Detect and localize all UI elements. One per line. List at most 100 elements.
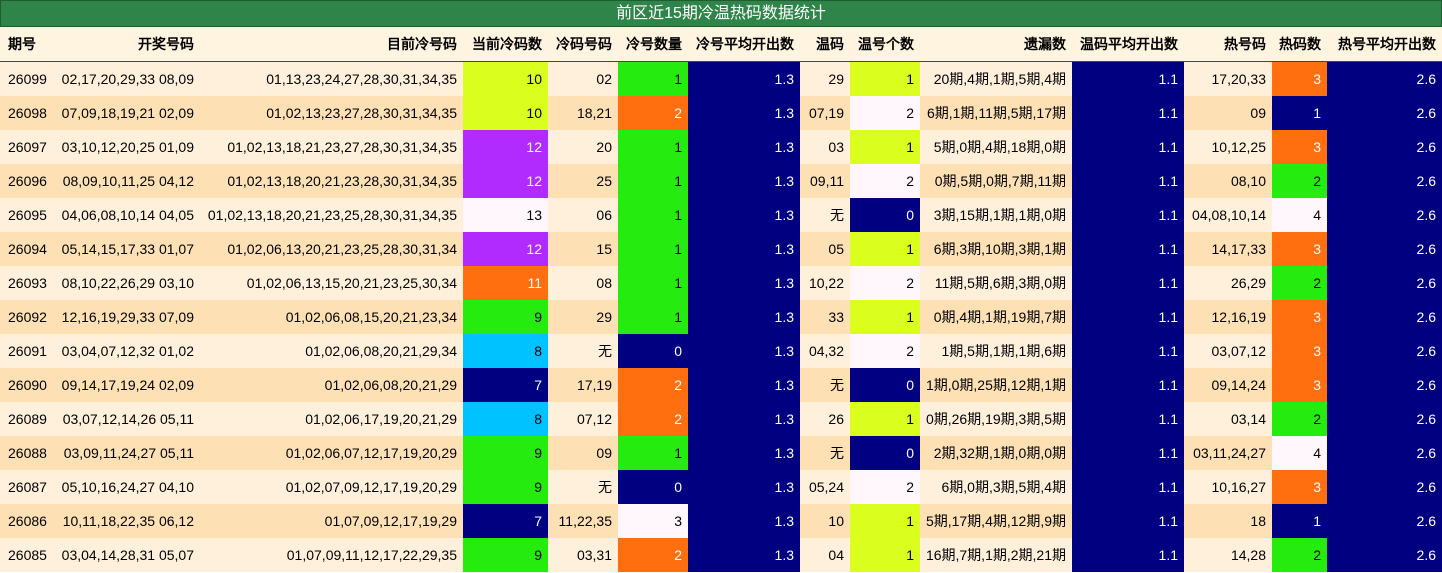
cell-warm-qty: 2	[850, 96, 920, 130]
cell-hot-avg: 2.6	[1327, 504, 1442, 538]
cell-hot-codes: 09	[1184, 96, 1272, 130]
cell-warm-avg: 1.1	[1072, 402, 1184, 436]
cell-cold-numbers: 01,02,13,18,20,21,23,25,28,30,31,34,35	[200, 198, 463, 232]
cell-draw: 03,04,07,12,32 01,02	[57, 334, 200, 368]
cell-warm-codes: 26	[800, 402, 850, 436]
cell-cold-avg: 1.3	[688, 198, 800, 232]
cell-cold-count: 12	[463, 232, 548, 266]
cell-hot-avg: 2.6	[1327, 96, 1442, 130]
cell-warm-qty: 1	[850, 402, 920, 436]
cell-cold-avg: 1.3	[688, 504, 800, 538]
table-row: 26086 10,11,18,22,35 06,12 01,07,09,12,17,…	[0, 504, 1442, 538]
cell-cold-codes: 03,31	[548, 538, 618, 572]
cell-hot-qty: 3	[1272, 334, 1327, 368]
cell-period: 26098	[0, 96, 57, 130]
header-omissions: 遗漏数	[920, 27, 1072, 62]
cell-warm-qty: 0	[850, 198, 920, 232]
header-draw: 开奖号码	[57, 27, 200, 62]
table-row: 26098 07,09,18,19,21 02,09 01,02,13,23,27,…	[0, 96, 1442, 130]
cell-cold-avg: 1.3	[688, 538, 800, 572]
cell-cold-numbers: 01,02,06,07,12,17,19,20,29	[200, 436, 463, 470]
cell-cold-qty: 1	[618, 61, 688, 96]
cell-omissions: 2期,32期,1期,0期,0期	[920, 436, 1072, 470]
cell-warm-codes: 29	[800, 61, 850, 96]
cell-omissions: 0期,5期,0期,7期,11期	[920, 164, 1072, 198]
cell-cold-qty: 1	[618, 130, 688, 164]
cell-cold-qty: 0	[618, 334, 688, 368]
cell-cold-codes: 无	[548, 334, 618, 368]
cell-cold-qty: 1	[618, 164, 688, 198]
cell-cold-numbers: 01,02,06,13,15,20,21,23,25,30,34	[200, 266, 463, 300]
cell-warm-qty: 2	[850, 470, 920, 504]
cell-hot-qty: 3	[1272, 232, 1327, 266]
cell-hot-qty: 4	[1272, 436, 1327, 470]
cell-hot-qty: 2	[1272, 164, 1327, 198]
header-warm-avg: 温码平均开出数	[1072, 27, 1184, 62]
cell-draw: 08,10,22,26,29 03,10	[57, 266, 200, 300]
table-body: 26099 02,17,20,29,33 08,09 01,13,23,24,27,…	[0, 61, 1442, 572]
table-row: 26092 12,16,19,29,33 07,09 01,02,06,08,15,…	[0, 300, 1442, 334]
cell-period: 26099	[0, 61, 57, 96]
cell-hot-codes: 03,11,24,27	[1184, 436, 1272, 470]
cell-warm-codes: 33	[800, 300, 850, 334]
cell-hot-avg: 2.6	[1327, 334, 1442, 368]
cell-hot-codes: 14,28	[1184, 538, 1272, 572]
cell-warm-codes: 05	[800, 232, 850, 266]
cell-period: 26096	[0, 164, 57, 198]
cell-cold-numbers: 01,02,13,18,20,21,23,28,30,31,34,35	[200, 164, 463, 198]
table-title: 前区近15期冷温热码数据统计	[0, 0, 1442, 27]
cell-draw: 09,14,17,19,24 02,09	[57, 368, 200, 402]
cell-cold-avg: 1.3	[688, 61, 800, 96]
cell-warm-codes: 07,19	[800, 96, 850, 130]
cell-hot-avg: 2.6	[1327, 538, 1442, 572]
cell-warm-avg: 1.1	[1072, 504, 1184, 538]
cell-warm-qty: 1	[850, 61, 920, 96]
cell-draw: 03,10,12,20,25 01,09	[57, 130, 200, 164]
cell-omissions: 11期,5期,6期,3期,0期	[920, 266, 1072, 300]
cell-cold-avg: 1.3	[688, 334, 800, 368]
cell-draw: 02,17,20,29,33 08,09	[57, 61, 200, 96]
cell-omissions: 1期,5期,1期,1期,6期	[920, 334, 1072, 368]
cell-warm-qty: 2	[850, 164, 920, 198]
cell-period: 26090	[0, 368, 57, 402]
cell-hot-qty: 2	[1272, 538, 1327, 572]
cell-warm-codes: 10,22	[800, 266, 850, 300]
cell-hot-avg: 2.6	[1327, 130, 1442, 164]
cell-cold-codes: 25	[548, 164, 618, 198]
cell-cold-codes: 15	[548, 232, 618, 266]
cell-period: 26095	[0, 198, 57, 232]
cell-cold-codes: 无	[548, 470, 618, 504]
cell-hot-codes: 18	[1184, 504, 1272, 538]
header-hot-codes: 热号码	[1184, 27, 1272, 62]
cell-warm-codes: 无	[800, 198, 850, 232]
cell-hot-avg: 2.6	[1327, 300, 1442, 334]
cell-hot-codes: 17,20,33	[1184, 61, 1272, 96]
cell-cold-count: 8	[463, 334, 548, 368]
cell-omissions: 5期,0期,4期,18期,0期	[920, 130, 1072, 164]
table-row: 26091 03,04,07,12,32 01,02 01,02,06,08,20,…	[0, 334, 1442, 368]
cell-cold-avg: 1.3	[688, 300, 800, 334]
table-row: 26094 05,14,15,17,33 01,07 01,02,06,13,20,…	[0, 232, 1442, 266]
cell-period: 26092	[0, 300, 57, 334]
header-cold-avg: 冷号平均开出数	[688, 27, 800, 62]
cell-warm-qty: 0	[850, 436, 920, 470]
cell-cold-numbers: 01,02,13,18,21,23,27,28,30,31,34,35	[200, 130, 463, 164]
cell-cold-numbers: 01,02,06,13,20,21,23,25,28,30,31,34	[200, 232, 463, 266]
table-row: 26089 03,07,12,14,26 05,11 01,02,06,17,19,…	[0, 402, 1442, 436]
cell-hot-qty: 4	[1272, 198, 1327, 232]
cell-cold-avg: 1.3	[688, 130, 800, 164]
header-cold-count: 当前冷码数	[463, 27, 548, 62]
cell-draw: 05,10,16,24,27 04,10	[57, 470, 200, 504]
cell-omissions: 1期,0期,25期,12期,1期	[920, 368, 1072, 402]
cell-warm-avg: 1.1	[1072, 334, 1184, 368]
table-row: 26097 03,10,12,20,25 01,09 01,02,13,18,21,…	[0, 130, 1442, 164]
cell-warm-codes: 无	[800, 436, 850, 470]
cell-hot-codes: 08,10	[1184, 164, 1272, 198]
cell-cold-qty: 2	[618, 538, 688, 572]
cell-warm-qty: 1	[850, 300, 920, 334]
cell-period: 26088	[0, 436, 57, 470]
cell-hot-codes: 04,08,10,14	[1184, 198, 1272, 232]
cell-cold-count: 9	[463, 300, 548, 334]
cell-cold-codes: 29	[548, 300, 618, 334]
cell-hot-codes: 14,17,33	[1184, 232, 1272, 266]
